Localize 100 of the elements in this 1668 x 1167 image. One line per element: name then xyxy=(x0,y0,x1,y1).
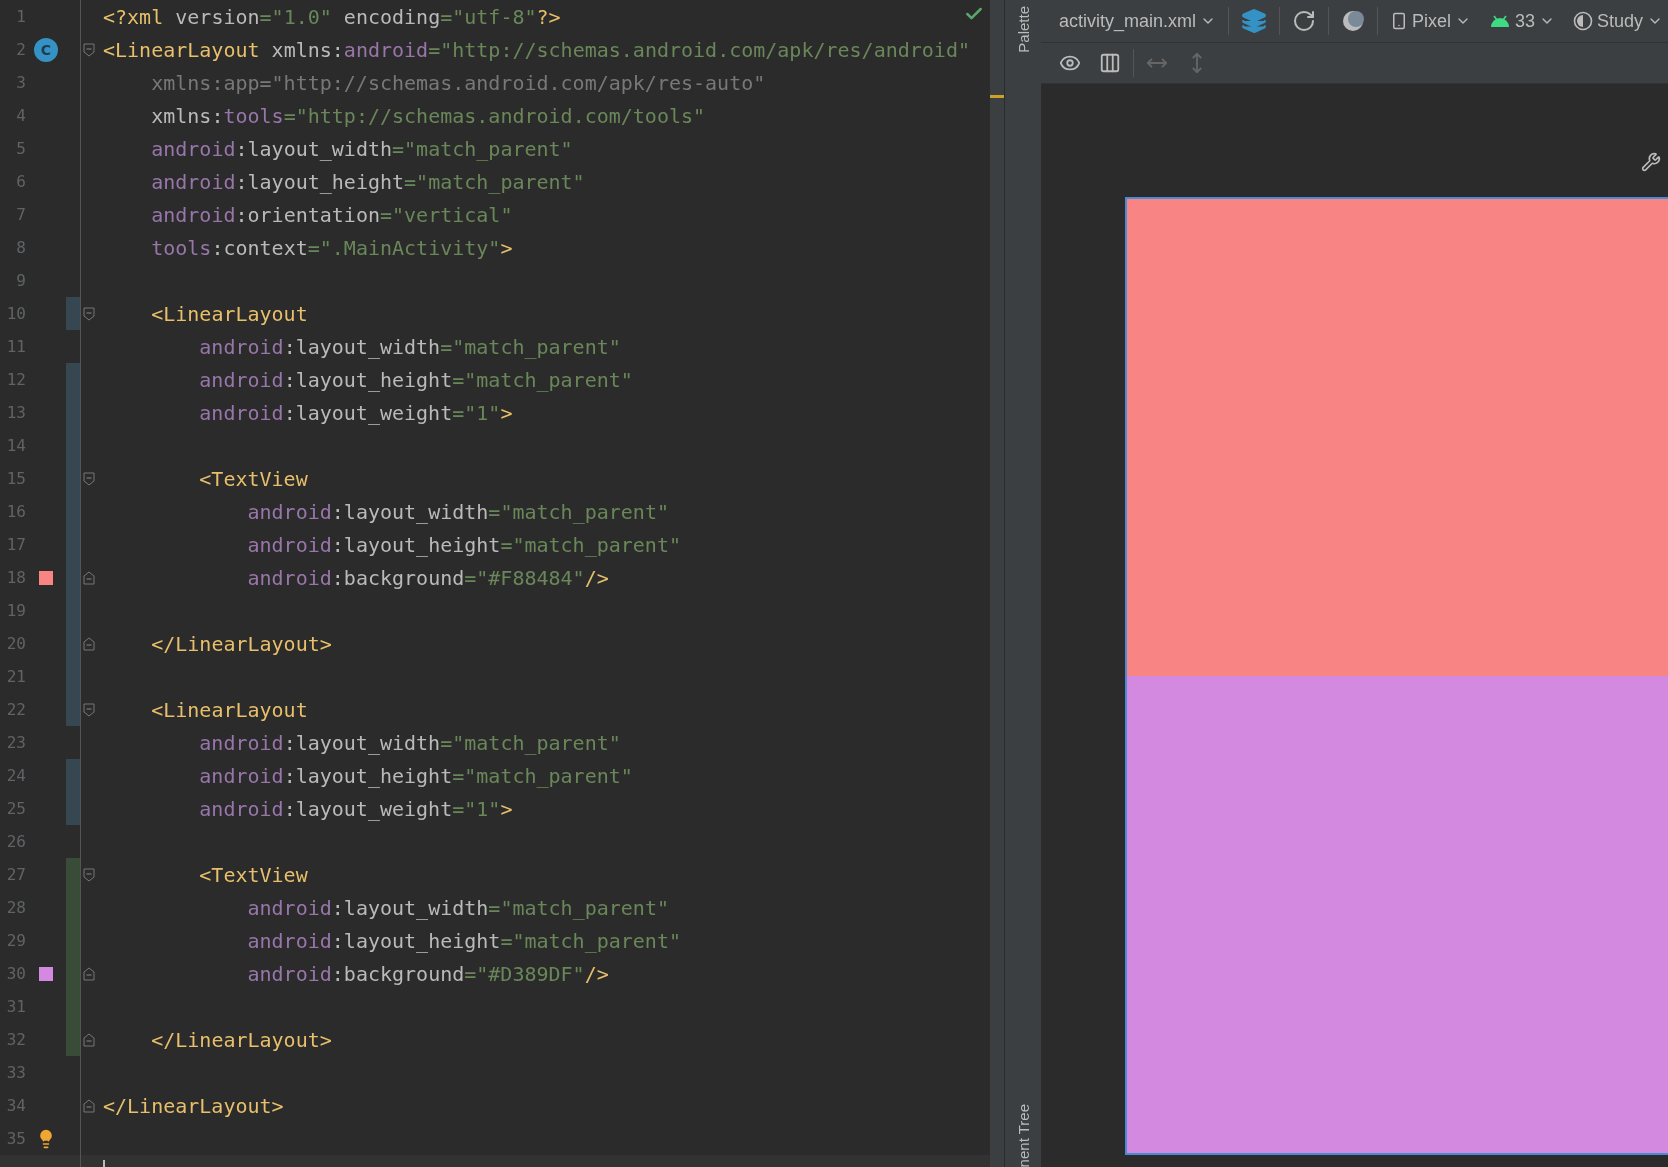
line-number: 18 xyxy=(5,568,26,587)
change-marker xyxy=(66,858,80,891)
code-token: :layout_height xyxy=(331,532,501,557)
device-dropdown[interactable]: Pixel xyxy=(1384,6,1478,36)
fold-icon[interactable] xyxy=(83,702,95,717)
code-token: :context xyxy=(211,235,308,260)
line-number: 2 xyxy=(15,40,26,59)
fold-icon[interactable] xyxy=(83,570,95,585)
code-token: :background xyxy=(331,565,465,590)
code-token: ="match_parent" xyxy=(440,730,621,755)
code-token: :layout_width xyxy=(283,730,441,755)
code-token: <TextView xyxy=(199,862,308,887)
code-token: xmlns:app="http://schemas.android.com/apk/res-auto" xyxy=(151,70,766,95)
fold-icon[interactable] xyxy=(83,306,95,321)
code-token: android xyxy=(247,895,332,920)
code-token: =".MainActivity" xyxy=(307,235,501,260)
code-token: ="match_parent" xyxy=(500,532,681,557)
api-dropdown[interactable]: 33 xyxy=(1483,6,1562,36)
code-token: > xyxy=(500,400,513,425)
code-token: <LinearLayout xyxy=(151,301,308,326)
change-marker xyxy=(66,759,80,792)
fold-icon[interactable] xyxy=(83,966,95,981)
code-token: version xyxy=(175,4,260,29)
code-token: ="1" xyxy=(452,400,501,425)
code-token: /> xyxy=(584,565,609,590)
code-token: android xyxy=(247,961,332,986)
code-token: :layout_height xyxy=(283,763,453,788)
code-token: ?> xyxy=(536,4,561,29)
code-token: android xyxy=(199,367,284,392)
file-dropdown[interactable]: activity_main.xml xyxy=(1053,6,1223,36)
line-number: 24 xyxy=(5,766,26,785)
code-token: android xyxy=(247,928,332,953)
code-token: android xyxy=(199,400,284,425)
code-token: :orientation xyxy=(235,202,380,227)
change-marker xyxy=(66,1023,80,1056)
line-number: 1 xyxy=(15,7,26,26)
line-number: 33 xyxy=(5,1063,26,1082)
fold-icon[interactable] xyxy=(83,1098,95,1113)
line-number: 31 xyxy=(5,997,26,1016)
line-number: 13 xyxy=(5,403,26,422)
code-token: tools xyxy=(223,103,284,128)
code-token: ="utf-8" xyxy=(440,4,537,29)
code-token: ="match_parent" xyxy=(452,763,633,788)
code-token: :layout_width xyxy=(283,334,441,359)
line-number: 32 xyxy=(5,1030,26,1049)
line-number: 4 xyxy=(15,106,26,125)
fold-icon[interactable] xyxy=(83,1032,95,1047)
code-token: android xyxy=(199,334,284,359)
line-number: 22 xyxy=(5,700,26,719)
code-token: ="match_parent" xyxy=(488,895,669,920)
line-number: 15 xyxy=(5,469,26,488)
line-number: 30 xyxy=(5,964,26,983)
code-token: :layout_height xyxy=(331,928,501,953)
android-icon xyxy=(1489,14,1512,28)
code-token: ="match_parent" xyxy=(440,334,621,359)
code-token: android xyxy=(247,532,332,557)
code-token: android xyxy=(199,763,284,788)
code-token: ="vertical" xyxy=(379,202,513,227)
line-number: 11 xyxy=(5,337,26,356)
line-number: 10 xyxy=(5,304,26,323)
change-marker xyxy=(66,693,80,726)
code-token: ="match_parent" xyxy=(392,136,573,161)
code-token: <?xml xyxy=(103,4,164,29)
code-token: ="#D389DF" xyxy=(464,961,585,986)
code-token: <LinearLayout xyxy=(151,697,308,722)
code-token: <TextView xyxy=(199,466,308,491)
line-number: 29 xyxy=(5,931,26,950)
code-token: <LinearLayout xyxy=(103,37,260,62)
code-token: </LinearLayout> xyxy=(151,631,332,656)
code-token: android xyxy=(247,565,332,590)
component-tree-tab[interactable]: nent Tree xyxy=(1014,1103,1032,1167)
code-token: encoding xyxy=(343,4,441,29)
code-token: ="#F88484" xyxy=(464,565,585,590)
line-number: 26 xyxy=(5,832,26,851)
line-number: 27 xyxy=(5,865,26,884)
fold-icon[interactable] xyxy=(83,867,95,882)
fold-icon[interactable] xyxy=(83,636,95,651)
line-number: 19 xyxy=(5,601,26,620)
theme-dropdown[interactable]: Study xyxy=(1567,6,1668,36)
color-swatch[interactable] xyxy=(39,570,53,585)
code-token: ="http://schemas.android.com/apk/res/android" xyxy=(428,37,970,62)
wrench-icon[interactable] xyxy=(1641,152,1662,172)
warning-marker[interactable] xyxy=(990,95,1004,98)
line-number: 20 xyxy=(5,634,26,653)
class-icon[interactable]: C xyxy=(34,37,58,62)
code-token: :layout_height xyxy=(235,169,405,194)
fold-icon[interactable] xyxy=(83,471,95,486)
code-token: :layout_width xyxy=(235,136,392,161)
line-number: 12 xyxy=(5,370,26,389)
fold-icon[interactable] xyxy=(83,42,95,57)
code-token: :background xyxy=(331,961,465,986)
line-number: 35 xyxy=(5,1129,26,1148)
code-token: > xyxy=(500,796,513,821)
code-token: </LinearLayout> xyxy=(103,1093,284,1118)
code-token: :layout_weight xyxy=(283,796,453,821)
code-token: tools xyxy=(151,235,212,260)
line-number: 9 xyxy=(15,271,26,290)
color-swatch[interactable] xyxy=(39,966,53,981)
palette-tab[interactable]: Palette xyxy=(1014,6,1032,53)
code-token: android xyxy=(151,169,236,194)
